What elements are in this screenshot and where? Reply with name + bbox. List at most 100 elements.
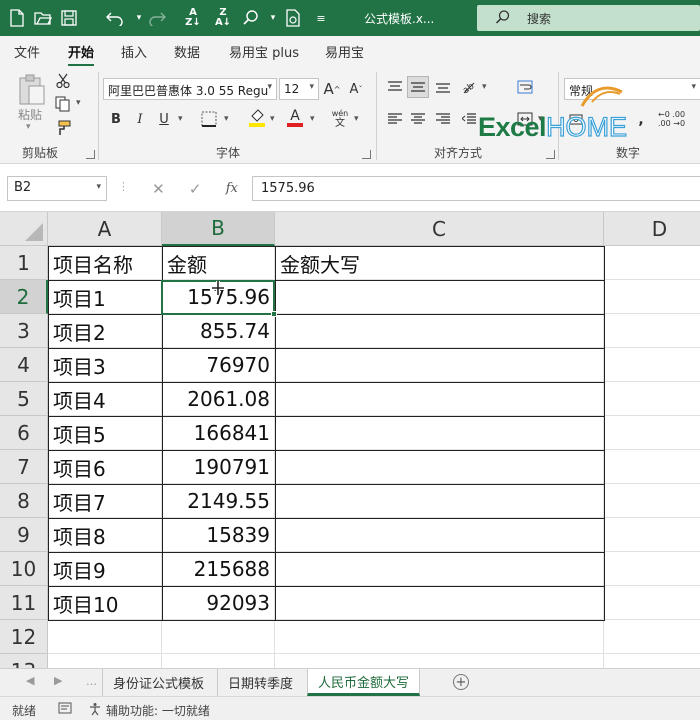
copy-dropdown-icon[interactable]: ▾ bbox=[76, 98, 81, 108]
cell-b10[interactable]: 215688 bbox=[162, 552, 275, 586]
cell-b5[interactable]: 2061.08 bbox=[162, 382, 275, 416]
save-icon[interactable] bbox=[58, 7, 80, 29]
column-header-a[interactable]: A bbox=[48, 212, 162, 246]
decrease-indent-icon[interactable] bbox=[458, 108, 480, 130]
alignment-launcher-icon[interactable] bbox=[546, 150, 555, 159]
sheet-tab-date-quarter[interactable]: 日期转季度 bbox=[217, 669, 303, 696]
cell-c1[interactable]: 金额大写 bbox=[275, 246, 604, 280]
tab-yiyongbao-plus[interactable]: 易用宝 plus bbox=[229, 42, 299, 61]
underline-dropdown-icon[interactable]: ▾ bbox=[178, 114, 183, 124]
insert-function-icon[interactable]: fx bbox=[226, 181, 238, 196]
row-header[interactable]: 1 bbox=[0, 246, 48, 280]
paste-label[interactable]: 粘贴 bbox=[18, 106, 42, 123]
column-header-d[interactable]: D bbox=[604, 212, 700, 246]
cell-a2[interactable]: 项目1 bbox=[48, 280, 162, 314]
cell-a1[interactable]: 项目名称 bbox=[48, 246, 162, 280]
cell-a6[interactable]: 项目5 bbox=[48, 416, 162, 450]
row-header[interactable]: 4 bbox=[0, 348, 48, 382]
cell-a8[interactable]: 项目7 bbox=[48, 484, 162, 518]
row-header[interactable]: 10 bbox=[0, 552, 48, 586]
paste-dropdown-icon[interactable]: ▾ bbox=[26, 122, 31, 132]
align-right-icon[interactable] bbox=[432, 108, 454, 130]
row-header[interactable]: 3 bbox=[0, 314, 48, 348]
cell-a9[interactable]: 项目8 bbox=[48, 518, 162, 552]
cell-c10[interactable] bbox=[275, 552, 604, 586]
row-header[interactable]: 5 bbox=[0, 382, 48, 416]
cell-b1[interactable]: 金额 bbox=[162, 246, 275, 280]
fill-color-icon[interactable] bbox=[246, 106, 268, 130]
clipboard-launcher-icon[interactable] bbox=[86, 150, 95, 159]
align-bottom-icon[interactable] bbox=[432, 76, 454, 98]
tab-home[interactable]: 开始 bbox=[68, 42, 95, 67]
sort-ascending-icon[interactable]: A Z↓ bbox=[182, 7, 204, 29]
undo-icon[interactable] bbox=[104, 7, 126, 29]
row-header[interactable]: 12 bbox=[0, 620, 48, 654]
cell-a11[interactable]: 项目10 bbox=[48, 586, 162, 620]
italic-icon[interactable]: I bbox=[130, 108, 150, 130]
name-box[interactable]: B2 ▾ bbox=[7, 176, 107, 201]
paste-icon[interactable] bbox=[14, 72, 48, 108]
tab-file[interactable]: 文件 bbox=[14, 42, 40, 61]
phonetic-guide-icon[interactable]: wén 文 bbox=[328, 106, 352, 132]
formula-bar-grip-icon[interactable]: ⋮ bbox=[118, 180, 129, 193]
font-size-select[interactable]: 12 ▾ bbox=[279, 78, 319, 100]
phonetic-dropdown-icon[interactable]: ▾ bbox=[354, 114, 359, 124]
borders-dropdown-icon[interactable]: ▾ bbox=[224, 114, 229, 124]
cell-c5[interactable] bbox=[275, 382, 604, 416]
cell-a4[interactable]: 项目3 bbox=[48, 348, 162, 382]
column-header-b[interactable]: B bbox=[162, 212, 275, 246]
row-header[interactable]: 6 bbox=[0, 416, 48, 450]
align-left-icon[interactable] bbox=[384, 108, 406, 130]
cell-c2[interactable] bbox=[275, 280, 604, 314]
tab-yiyongbao[interactable]: 易用宝 bbox=[325, 42, 364, 61]
sheet-tab-id-template[interactable]: 身份证公式模板 bbox=[102, 669, 214, 696]
cell-c9[interactable] bbox=[275, 518, 604, 552]
confirm-icon[interactable]: ✓ bbox=[189, 180, 202, 198]
underline-icon[interactable]: U bbox=[154, 108, 174, 130]
sheet-tab-rmb-uppercase[interactable]: 人民币金额大写 bbox=[307, 669, 421, 696]
align-middle-icon[interactable] bbox=[407, 76, 429, 98]
orientation-icon[interactable]: ab bbox=[458, 76, 480, 98]
find-dropdown-icon[interactable]: ▾ bbox=[262, 7, 284, 29]
cancel-icon[interactable]: ✕ bbox=[152, 180, 165, 198]
cell-c11[interactable] bbox=[275, 586, 604, 620]
cell-a7[interactable]: 项目6 bbox=[48, 450, 162, 484]
cell-b9[interactable]: 15839 bbox=[162, 518, 275, 552]
format-painter-icon[interactable] bbox=[52, 118, 74, 138]
align-top-icon[interactable] bbox=[384, 76, 406, 98]
cell-c7[interactable] bbox=[275, 450, 604, 484]
font-color-dropdown-icon[interactable]: ▾ bbox=[310, 114, 315, 124]
cell-a5[interactable]: 项目4 bbox=[48, 382, 162, 416]
print-preview-icon[interactable] bbox=[282, 7, 304, 29]
decrease-font-size-icon[interactable]: Aˇ bbox=[346, 78, 366, 100]
fill-handle[interactable] bbox=[271, 311, 277, 317]
font-name-select[interactable]: 阿里巴巴普惠体 3.0 55 Regu ▾ bbox=[103, 78, 277, 100]
row-header[interactable]: 9 bbox=[0, 518, 48, 552]
bold-icon[interactable]: B bbox=[106, 108, 126, 130]
tab-data[interactable]: 数据 bbox=[174, 42, 200, 61]
cell-c4[interactable] bbox=[275, 348, 604, 382]
cell-a3[interactable]: 项目2 bbox=[48, 314, 162, 348]
row-header[interactable]: 8 bbox=[0, 484, 48, 518]
add-sheet-button[interactable]: + bbox=[453, 674, 469, 690]
tab-overflow-icon[interactable]: … bbox=[86, 675, 97, 688]
cell-a10[interactable]: 项目9 bbox=[48, 552, 162, 586]
scroll-tabs-left-icon[interactable]: ◀ bbox=[26, 674, 34, 687]
cut-icon[interactable] bbox=[54, 72, 72, 90]
scroll-tabs-right-icon[interactable]: ▶ bbox=[54, 674, 62, 687]
borders-icon[interactable] bbox=[198, 108, 220, 130]
increase-font-size-icon[interactable]: A ^ bbox=[322, 78, 342, 100]
wrap-text-icon[interactable] bbox=[514, 76, 536, 98]
comma-style-icon[interactable]: , bbox=[632, 110, 650, 130]
increase-decimal-icon[interactable]: ←0 .00.00 →0 bbox=[658, 106, 698, 132]
cell-b11[interactable]: 92093 bbox=[162, 586, 275, 620]
redo-icon[interactable] bbox=[146, 7, 168, 29]
cell-c3[interactable] bbox=[275, 314, 604, 348]
cell-mode-icon[interactable] bbox=[58, 702, 72, 717]
cell-c8[interactable] bbox=[275, 484, 604, 518]
cell-b4[interactable]: 76970 bbox=[162, 348, 275, 382]
cell-b8[interactable]: 2149.55 bbox=[162, 484, 275, 518]
cell-b3[interactable]: 855.74 bbox=[162, 314, 275, 348]
accessibility-icon[interactable] bbox=[88, 702, 102, 719]
align-center-icon[interactable] bbox=[407, 108, 429, 130]
